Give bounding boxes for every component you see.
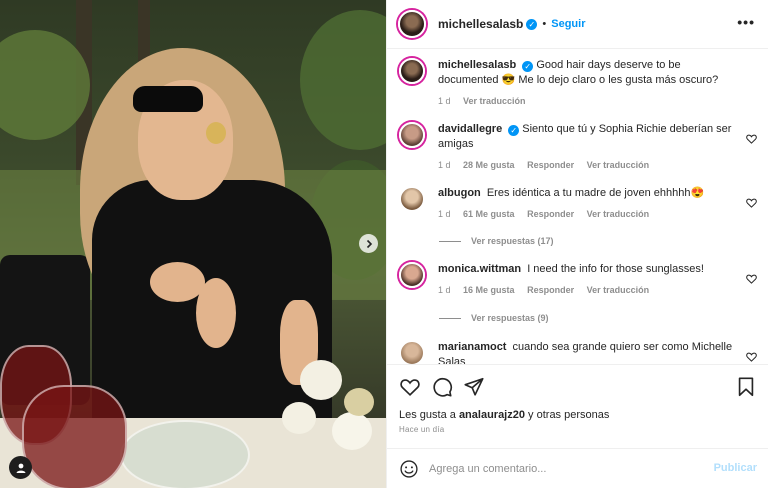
comment-age: 1 d — [438, 160, 451, 170]
reply-button[interactable]: Responder — [527, 209, 574, 219]
chevron-right-icon — [366, 239, 372, 248]
comment-meta: 1 d 28 Me gusta Responder Ver traducción — [438, 158, 743, 173]
comment-likes[interactable]: 28 Me gusta — [463, 160, 515, 170]
translate-button[interactable]: Ver traducción — [587, 285, 650, 295]
commenter-avatar[interactable] — [399, 262, 425, 288]
replies-divider — [439, 317, 461, 319]
post-header: michellesalasb ✓ • Seguir ••• — [387, 0, 768, 49]
likes-summary[interactable]: Les gusta a analaurajz20 y otras persona… — [399, 409, 609, 421]
comment-username[interactable]: davidallegre — [438, 123, 502, 135]
comment-meta: 1 d 61 Me gusta Responder Ver traducción — [438, 207, 743, 222]
more-options-icon[interactable]: ••• — [737, 14, 755, 30]
caption-meta: 1 d Ver traducción — [438, 94, 743, 109]
view-replies-button[interactable]: Ver respuestas (9) — [439, 313, 549, 323]
verified-badge-icon: ✓ — [526, 18, 538, 30]
comment-username[interactable]: monica.wittman — [438, 263, 521, 275]
post-time[interactable]: Hace un día — [399, 425, 444, 434]
translate-button[interactable]: Ver traducción — [587, 209, 650, 219]
comment-likes[interactable]: 61 Me gusta — [463, 209, 515, 219]
comment-age: 1 d — [438, 285, 451, 295]
verified-badge-icon: ✓ — [508, 125, 520, 136]
like-comment-icon[interactable] — [746, 198, 757, 208]
heart-icon[interactable] — [399, 376, 421, 398]
author-avatar[interactable] — [399, 58, 425, 84]
tagged-users-button[interactable] — [9, 456, 32, 479]
add-comment-bar: Publicar — [387, 448, 768, 488]
comment-icon[interactable] — [431, 376, 453, 398]
like-comment-icon[interactable] — [746, 352, 757, 362]
comments-list[interactable]: michellesalasb ✓ Good hair days deserve t… — [387, 50, 768, 364]
comment-username[interactable]: marianamoct — [438, 341, 506, 353]
replies-divider — [439, 240, 461, 242]
commenter-avatar[interactable] — [399, 122, 425, 148]
comment-likes[interactable]: 16 Me gusta — [463, 285, 515, 295]
likes-suffix[interactable]: y otras personas — [528, 409, 609, 421]
author-avatar[interactable] — [398, 10, 426, 38]
like-comment-icon[interactable] — [746, 134, 757, 144]
view-replies-label[interactable]: Ver respuestas (9) — [471, 313, 549, 323]
next-photo-button[interactable] — [359, 234, 378, 253]
post-side-panel: michellesalasb ✓ • Seguir ••• michellesa… — [386, 0, 768, 488]
bookmark-icon[interactable] — [735, 376, 757, 398]
user-tag-icon — [16, 463, 25, 473]
post-photo[interactable] — [0, 0, 386, 488]
author-username[interactable]: michellesalasb — [438, 17, 523, 31]
caption-age: 1 d — [438, 96, 451, 106]
comment-age: 1 d — [438, 209, 451, 219]
view-replies-label[interactable]: Ver respuestas (17) — [471, 236, 554, 246]
emoji-icon[interactable] — [399, 459, 419, 479]
likes-user[interactable]: analaurajz20 — [459, 409, 525, 421]
action-icons — [399, 376, 757, 400]
reply-button[interactable]: Responder — [527, 160, 574, 170]
comment-text: I need the info for those sunglasses! — [527, 263, 704, 275]
comment-username[interactable]: albugon — [438, 187, 481, 199]
publish-button[interactable]: Publicar — [714, 462, 757, 474]
comment-text: Eres idéntica a tu madre de joven ehhhhh… — [486, 187, 705, 199]
share-icon[interactable] — [463, 376, 485, 398]
translate-button[interactable]: Ver traducción — [587, 160, 650, 170]
likes-prefix: Les gusta a — [399, 409, 456, 421]
separator-dot: • — [542, 18, 547, 30]
follow-button[interactable]: Seguir — [551, 18, 585, 30]
commenter-avatar[interactable] — [399, 186, 425, 212]
verified-badge-icon: ✓ — [522, 61, 534, 72]
like-comment-icon[interactable] — [746, 274, 757, 284]
view-replies-button[interactable]: Ver respuestas (17) — [439, 236, 554, 246]
post-actions: Les gusta a analaurajz20 y otras persona… — [387, 364, 768, 488]
reply-button[interactable]: Responder — [527, 285, 574, 295]
comment-input[interactable] — [429, 460, 699, 478]
translate-button[interactable]: Ver traducción — [463, 96, 526, 106]
comment-meta: 1 d 16 Me gusta Responder Ver traducción — [438, 283, 743, 298]
caption-username[interactable]: michellesalasb — [438, 59, 516, 71]
commenter-avatar[interactable] — [399, 340, 425, 364]
